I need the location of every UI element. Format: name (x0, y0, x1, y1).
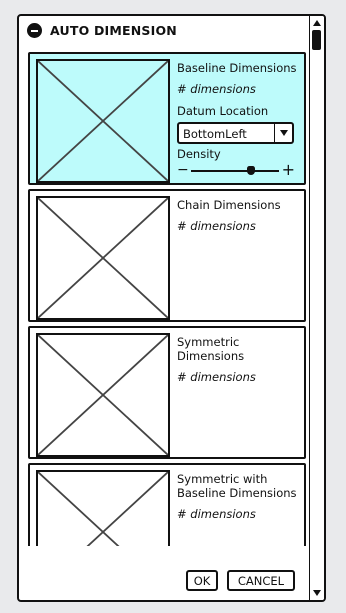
chevron-down-icon[interactable] (274, 124, 292, 142)
window-title: AUTO DIMENSION (50, 23, 177, 38)
vertical-scrollbar[interactable] (309, 16, 324, 600)
slider-knob[interactable] (246, 166, 255, 175)
list-item-chain[interactable]: Chain Dimensions # dimensions (28, 189, 306, 322)
placeholder-image (36, 59, 170, 183)
title-bar: AUTO DIMENSION (19, 16, 311, 50)
auto-dimension-window: AUTO DIMENSION Baseline Dimensions # dim… (17, 14, 326, 602)
scroll-up-icon[interactable] (310, 16, 324, 30)
close-icon[interactable] (27, 23, 42, 38)
item-count: # dimensions (177, 507, 256, 521)
density-slider[interactable]: − + (177, 162, 295, 178)
list-item-baseline[interactable]: Baseline Dimensions # dimensions Datum L… (28, 52, 306, 185)
item-count: # dimensions (177, 219, 256, 233)
scroll-down-icon[interactable] (310, 586, 324, 600)
item-count: # dimensions (177, 82, 256, 96)
slider-track[interactable] (191, 170, 279, 172)
density-label: Density (177, 147, 221, 161)
item-count: # dimensions (177, 370, 256, 384)
item-title: Symmetric Dimensions (177, 335, 245, 363)
placeholder-image (36, 333, 170, 457)
list-item-symmetric[interactable]: Symmetric Dimensions # dimensions (28, 326, 306, 459)
list-item-symmetric-baseline[interactable]: Symmetric with Baseline Dimensions # dim… (28, 463, 306, 546)
datum-location-select[interactable]: BottomLeft (177, 122, 294, 144)
placeholder-image (36, 196, 170, 320)
placeholder-image (36, 470, 170, 546)
item-title: Baseline Dimensions (177, 61, 297, 75)
datum-location-label: Datum Location (177, 104, 269, 118)
scroll-thumb[interactable] (312, 30, 321, 50)
ok-button[interactable]: OK (186, 570, 218, 591)
dimension-list: Baseline Dimensions # dimensions Datum L… (19, 52, 311, 546)
datum-location-value: BottomLeft (183, 127, 247, 141)
minus-icon[interactable]: − (177, 163, 189, 177)
plus-icon[interactable]: + (282, 162, 295, 178)
cancel-button[interactable]: CANCEL (227, 570, 295, 591)
item-title: Chain Dimensions (177, 198, 281, 212)
item-title: Symmetric with Baseline Dimensions (177, 472, 297, 500)
